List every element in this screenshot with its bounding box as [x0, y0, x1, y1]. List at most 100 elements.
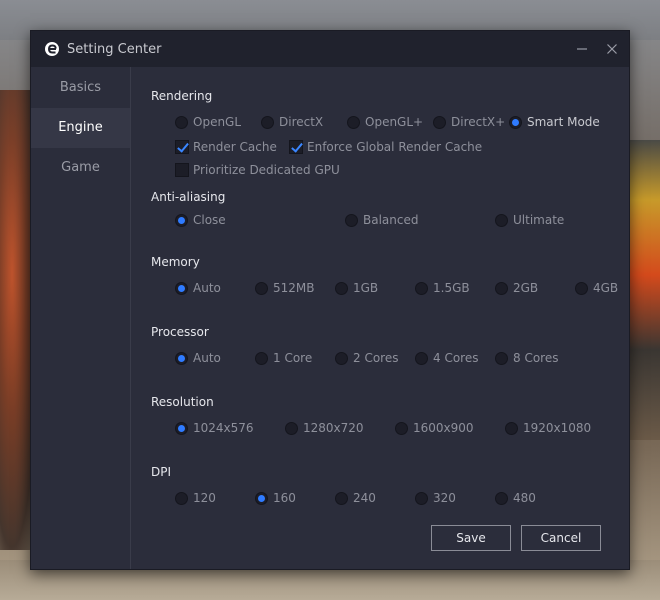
radio-button-selected[interactable]: [175, 351, 188, 365]
resolution-option-1280x720[interactable]: 1280x720: [285, 421, 364, 435]
rendering-option-smart-mode[interactable]: Smart Mode: [509, 115, 600, 129]
antialiasing-option-close[interactable]: Close: [175, 213, 226, 227]
sidebar-item-basics[interactable]: Basics: [31, 68, 130, 108]
option-label: Auto: [193, 281, 221, 295]
option-label: 1GB: [353, 281, 379, 295]
close-button[interactable]: [603, 40, 621, 58]
radio-button[interactable]: [505, 421, 518, 435]
radio-button[interactable]: [395, 421, 408, 435]
option-label: OpenGL+: [365, 115, 424, 129]
processor-option-1-core[interactable]: 1 Core: [255, 351, 312, 365]
enforce-global-render-cache-checkbox[interactable]: Enforce Global Render Cache: [289, 140, 482, 154]
radio-button[interactable]: [175, 491, 188, 505]
sidebar-item-game[interactable]: Game: [31, 148, 130, 188]
resolution-section-title: Resolution: [151, 395, 214, 409]
radio-button[interactable]: [415, 351, 428, 365]
app-logo-icon: [45, 42, 59, 56]
radio-button-selected[interactable]: [255, 491, 268, 505]
radio-button[interactable]: [335, 351, 348, 365]
option-label: 2GB: [513, 281, 539, 295]
antialiasing-option-balanced[interactable]: Balanced: [345, 213, 418, 227]
radio-button[interactable]: [495, 213, 508, 227]
antialiasing-option-ultimate[interactable]: Ultimate: [495, 213, 564, 227]
checkbox-checked[interactable]: [175, 140, 189, 154]
prioritize-dedicated-gpu-checkbox[interactable]: Prioritize Dedicated GPU: [175, 163, 340, 177]
option-label: 4GB: [593, 281, 619, 295]
resolution-option-1920x1080[interactable]: 1920x1080: [505, 421, 591, 435]
radio-button[interactable]: [415, 281, 428, 295]
radio-button-selected[interactable]: [509, 115, 522, 129]
checkbox-checked[interactable]: [289, 140, 303, 154]
radio-button[interactable]: [345, 213, 358, 227]
radio-button[interactable]: [433, 115, 446, 129]
processor-option-2-cores[interactable]: 2 Cores: [335, 351, 398, 365]
settings-sidebar: Basics Engine Game: [31, 67, 131, 569]
checkbox-label: Enforce Global Render Cache: [307, 140, 483, 154]
resolution-option-1024x576[interactable]: 1024x576: [175, 421, 254, 435]
radio-button[interactable]: [255, 281, 268, 295]
processor-option-8-cores[interactable]: 8 Cores: [495, 351, 558, 365]
memory-option-512mb[interactable]: 512MB: [255, 281, 315, 295]
radio-button-selected[interactable]: [175, 421, 188, 435]
memory-option-1gb[interactable]: 1GB: [335, 281, 378, 295]
radio-button[interactable]: [285, 421, 298, 435]
memory-section-title: Memory: [151, 255, 200, 269]
dpi-option-320[interactable]: 320: [415, 491, 456, 505]
antialiasing-section-title: Anti-aliasing: [151, 190, 226, 204]
rendering-section-title: Rendering: [151, 89, 213, 103]
processor-option-auto[interactable]: Auto: [175, 351, 221, 365]
rendering-option-opengl-plus[interactable]: OpenGL+: [347, 115, 423, 129]
memory-option-auto[interactable]: Auto: [175, 281, 221, 295]
settings-window: Setting Center Basics Engine Game Render…: [30, 30, 630, 570]
render-cache-checkbox[interactable]: Render Cache: [175, 140, 277, 154]
option-label: 1 Core: [273, 351, 313, 365]
radio-button-selected[interactable]: [175, 213, 188, 227]
option-label: DirectX+: [451, 115, 506, 129]
radio-button-selected[interactable]: [175, 281, 188, 295]
option-label: 1600x900: [413, 421, 474, 435]
radio-button[interactable]: [415, 491, 428, 505]
radio-button[interactable]: [575, 281, 588, 295]
option-label: Ultimate: [513, 213, 565, 227]
option-label: 480: [513, 491, 536, 505]
radio-button[interactable]: [495, 491, 508, 505]
rendering-option-opengl[interactable]: OpenGL: [175, 115, 241, 129]
save-button[interactable]: Save: [431, 525, 511, 551]
option-label: 120: [193, 491, 216, 505]
title-bar: Setting Center: [31, 31, 629, 67]
option-label: Smart Mode: [527, 115, 600, 129]
radio-button[interactable]: [175, 115, 188, 129]
option-label: 1.5GB: [433, 281, 470, 295]
option-label: Balanced: [363, 213, 419, 227]
radio-button[interactable]: [495, 351, 508, 365]
dpi-option-120[interactable]: 120: [175, 491, 216, 505]
rendering-option-directx-plus[interactable]: DirectX+: [433, 115, 505, 129]
radio-button[interactable]: [255, 351, 268, 365]
radio-button[interactable]: [261, 115, 274, 129]
engine-settings-panel: Rendering OpenGL DirectX OpenGL+ DirectX…: [131, 67, 629, 569]
option-label: 160: [273, 491, 296, 505]
rendering-option-directx[interactable]: DirectX: [261, 115, 323, 129]
option-label: 1280x720: [303, 421, 364, 435]
option-label: 2 Cores: [353, 351, 399, 365]
dpi-option-480[interactable]: 480: [495, 491, 536, 505]
memory-option-1-5gb[interactable]: 1.5GB: [415, 281, 470, 295]
checkbox-unchecked[interactable]: [175, 163, 189, 177]
radio-button[interactable]: [347, 115, 360, 129]
minimize-button[interactable]: [573, 40, 591, 58]
cancel-button[interactable]: Cancel: [521, 525, 601, 551]
radio-button[interactable]: [495, 281, 508, 295]
resolution-option-1600x900[interactable]: 1600x900: [395, 421, 474, 435]
dpi-option-160[interactable]: 160: [255, 491, 296, 505]
checkbox-label: Prioritize Dedicated GPU: [193, 163, 340, 177]
option-label: 4 Cores: [433, 351, 479, 365]
processor-option-4-cores[interactable]: 4 Cores: [415, 351, 478, 365]
option-label: Auto: [193, 351, 221, 365]
dpi-option-240[interactable]: 240: [335, 491, 376, 505]
memory-option-4gb[interactable]: 4GB: [575, 281, 618, 295]
sidebar-item-engine[interactable]: Engine: [31, 108, 130, 148]
radio-button[interactable]: [335, 281, 348, 295]
memory-option-2gb[interactable]: 2GB: [495, 281, 538, 295]
radio-button[interactable]: [335, 491, 348, 505]
option-label: 1024x576: [193, 421, 254, 435]
